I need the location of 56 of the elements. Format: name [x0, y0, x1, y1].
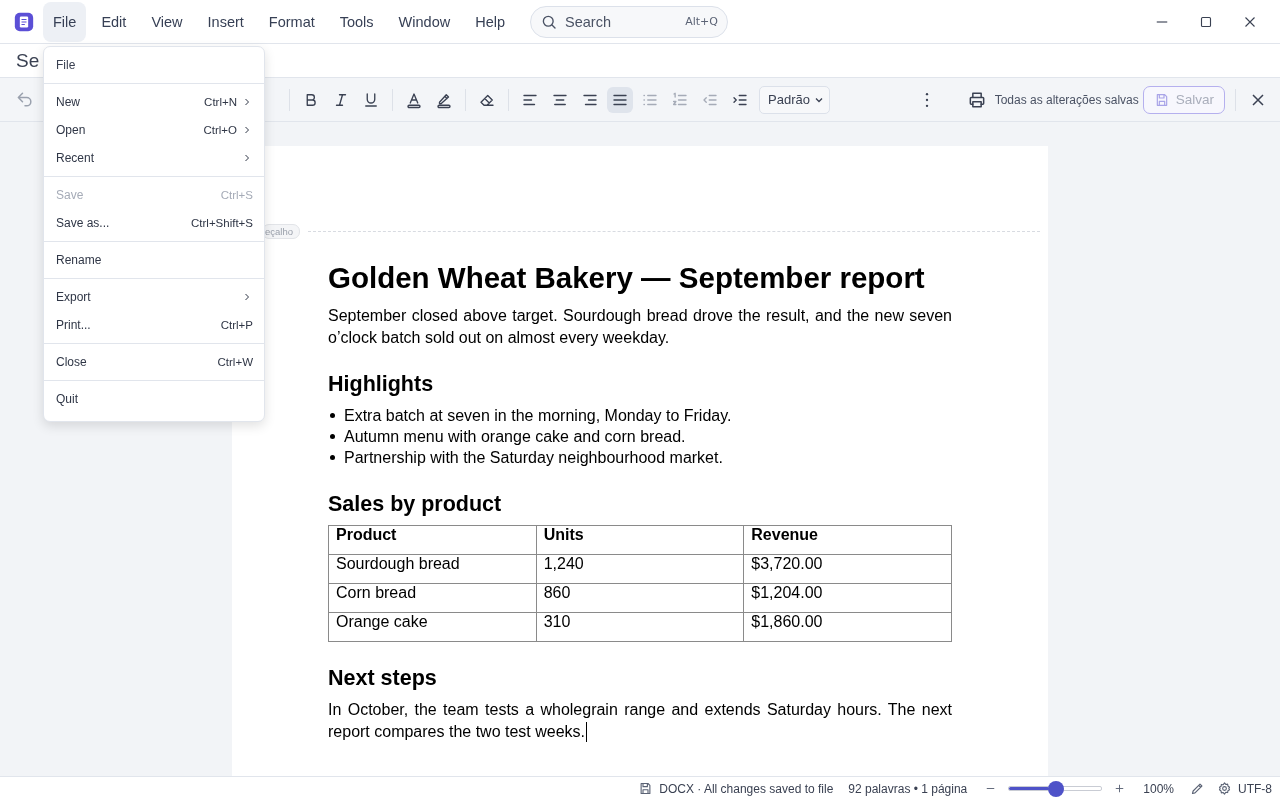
pencil-icon[interactable] [1190, 781, 1205, 796]
menu-item[interactable]: Tools [329, 1, 384, 42]
save-icon [638, 781, 654, 796]
paragraph: In October, the team tests a wholegrain range and extends Saturday hours. The next report compares the two test weeks. [328, 699, 952, 743]
menu-item[interactable]: File [43, 1, 87, 42]
list-item: Partnership with the Saturday neighbourhood market. [344, 448, 723, 468]
slider-thumb[interactable] [1047, 780, 1064, 797]
shortcut-label: Alt+Q [685, 14, 718, 28]
word-count: 92 palavras • 1 página [848, 781, 968, 796]
section-heading: Next steps [328, 666, 438, 691]
bullet-icon [330, 413, 335, 418]
menu-item[interactable]: Save as... Ctrl+Shift+S [44, 209, 264, 237]
table-cell: Sourdough bread [328, 554, 537, 584]
document-title: Se [16, 49, 40, 72]
justify-icon[interactable] [607, 86, 633, 113]
menu-item[interactable]: Recent [44, 144, 264, 172]
style-dropdown[interactable]: Padrão [759, 85, 830, 114]
menu-item[interactable]: Quit [44, 385, 264, 413]
table-cell: 1,240 [536, 554, 744, 584]
menu-item[interactable]: Print... Ctrl+P [44, 311, 264, 339]
menu-item[interactable]: Open Ctrl+O [44, 116, 264, 144]
table-cell: 860 [536, 583, 744, 613]
table-cell: Corn bread [328, 583, 537, 613]
settings-icon[interactable] [1217, 781, 1232, 796]
menu-item[interactable]: Close Ctrl+W [44, 348, 264, 376]
menu-item[interactable]: New Ctrl+N [44, 88, 264, 116]
menu-header: File [55, 57, 77, 74]
bullet-icon [330, 434, 335, 439]
file-status: DOCX · All changes saved to file [659, 781, 834, 796]
table-cell: Orange cake [328, 612, 537, 642]
menu-item[interactable]: Help [465, 1, 515, 42]
menu-item[interactable]: Insert [197, 1, 254, 42]
table-cell: $3,720.00 [743, 554, 952, 584]
save-status: Todas as alterações salvas [994, 92, 1139, 107]
menu-item[interactable]: Export [44, 283, 264, 311]
document-heading: Golden Wheat Bakery — September report [328, 261, 926, 295]
menu-item[interactable]: Window [388, 1, 461, 42]
table-cell: 310 [536, 612, 744, 642]
list-item: Extra batch at seven in the morning, Monday to Friday. [344, 406, 732, 426]
menu-item[interactable]: View [141, 1, 193, 42]
section-heading: Sales by product [328, 492, 503, 517]
column-header: Revenue [743, 525, 952, 555]
paragraph: September closed above target. Sourdough bread drove the result, and the new seven o’clock batch sold out on almost every weekday. [328, 306, 952, 348]
table-cell: $1,860.00 [743, 612, 952, 642]
menu-item[interactable]: Edit [91, 1, 137, 42]
menu-item[interactable]: Rename [44, 246, 264, 274]
table-cell: $1,204.00 [743, 583, 952, 613]
list-item: Autumn menu with orange cake and corn bread. [344, 427, 686, 447]
column-header: Units [536, 525, 744, 555]
document-logo-icon [14, 11, 34, 32]
column-header: Product [328, 525, 537, 555]
bullet-icon [330, 455, 335, 460]
menu-item[interactable]: Format [258, 1, 325, 42]
encoding-label: UTF-8 [1238, 781, 1272, 796]
section-heading: Highlights [328, 372, 435, 397]
zoom-level: 100% [1143, 781, 1174, 796]
